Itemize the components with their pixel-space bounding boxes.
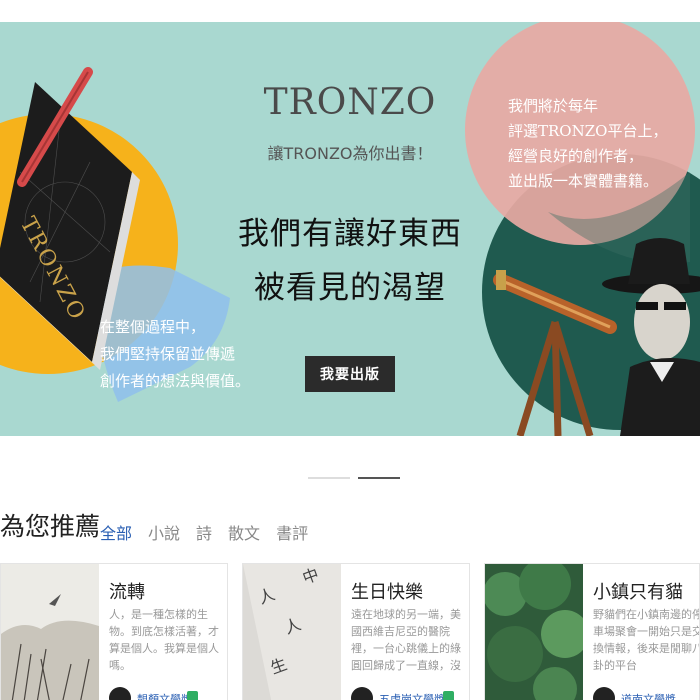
card-title[interactable]: 小鎮只有貓 xyxy=(593,578,683,604)
blue-shape-text: 在整個過程中， 我們堅持保留並傳遞 創作者的想法與價值。 xyxy=(100,314,290,395)
verified-badge-icon xyxy=(443,691,454,700)
verified-badge-icon xyxy=(187,691,198,700)
card-thumbnail xyxy=(1,564,99,700)
card-description: 野貓們在小鎮南邊的停車場聚會一開始只是交換情報，後來是閒聊八卦的平台 xyxy=(593,608,700,672)
card-description: 人，是一種怎樣的生物。到底怎樣活著，才算是個人。我算是個人嗎。 xyxy=(109,608,219,672)
author-avatar[interactable] xyxy=(351,687,373,700)
filter-all[interactable]: 全部 xyxy=(100,520,132,544)
filter-review[interactable]: 書評 xyxy=(276,520,308,544)
blue-text-line: 在整個過程中， xyxy=(100,318,206,336)
author-name[interactable]: 道南文學獎 xyxy=(621,691,676,700)
author-name[interactable]: 靚顏文學獎 xyxy=(137,691,192,700)
card-thumbnail xyxy=(485,564,583,700)
carousel-indicator xyxy=(0,477,700,481)
pink-text-line: 並出版一本實體書籍。 xyxy=(508,172,659,190)
filter-novel[interactable]: 小說 xyxy=(148,520,180,544)
article-card[interactable]: 流轉 人，是一種怎樣的生物。到底怎樣活著，才算是個人。我算是個人嗎。 靚顏文學獎 xyxy=(0,563,228,700)
card-thumbnail: 人 人 生 中 xyxy=(243,564,341,700)
carousel-dot[interactable] xyxy=(308,477,350,479)
author-name[interactable]: 五虎崗文學獎 xyxy=(379,691,445,700)
publish-button[interactable]: 我要出版 xyxy=(305,356,395,392)
author-avatar[interactable] xyxy=(109,687,131,700)
card-title[interactable]: 生日快樂 xyxy=(351,578,423,604)
card-description: 遠在地球的另一端，美國西維吉尼亞的醫院裡，一台心跳儀上的綠圓回歸成了一直線，沒有… xyxy=(351,608,461,672)
pink-text-line: 我們將於每年 xyxy=(508,97,599,115)
pink-text-line: 經營良好的創作者， xyxy=(508,147,644,165)
recommend-title: 為您推薦 xyxy=(0,512,101,541)
hero-banner[interactable]: TRONZO TRONZO 讓TRONZO為你出書！ 我們有讓好東西 被看見的渴… xyxy=(0,22,700,436)
category-filters: 全部 小說 詩 散文 書評 xyxy=(100,520,324,544)
article-card[interactable]: 人 人 生 中 生日快樂 遠在地球的另一端，美國西維吉尼亞的醫院裡，一台心跳儀上… xyxy=(242,563,470,700)
blue-text-line: 我們堅持保留並傳遞 xyxy=(100,345,236,363)
author-avatar[interactable] xyxy=(593,687,615,700)
hero-headline-line1: 我們有讓好東西 xyxy=(238,216,462,252)
filter-prose[interactable]: 散文 xyxy=(228,520,260,544)
page: TRONZO TRONZO 讓TRONZO為你出書！ 我們有讓好東西 被看見的渴… xyxy=(0,0,700,700)
article-card[interactable]: 小鎮只有貓 野貓們在小鎮南邊的停車場聚會一開始只是交換情報，後來是閒聊八卦的平台… xyxy=(484,563,700,700)
filter-poem[interactable]: 詩 xyxy=(196,520,212,544)
pink-text-line: 評選TRONZO平台上， xyxy=(508,122,668,140)
pink-circle-text: 我們將於每年 評選TRONZO平台上， 經營良好的創作者， 並出版一本實體書籍。 xyxy=(508,94,678,194)
blue-text-line: 創作者的想法與價值。 xyxy=(100,372,251,390)
hero-headline-line2: 被看見的渴望 xyxy=(254,270,446,306)
carousel-dot-active[interactable] xyxy=(358,477,400,479)
card-title[interactable]: 流轉 xyxy=(109,578,145,604)
